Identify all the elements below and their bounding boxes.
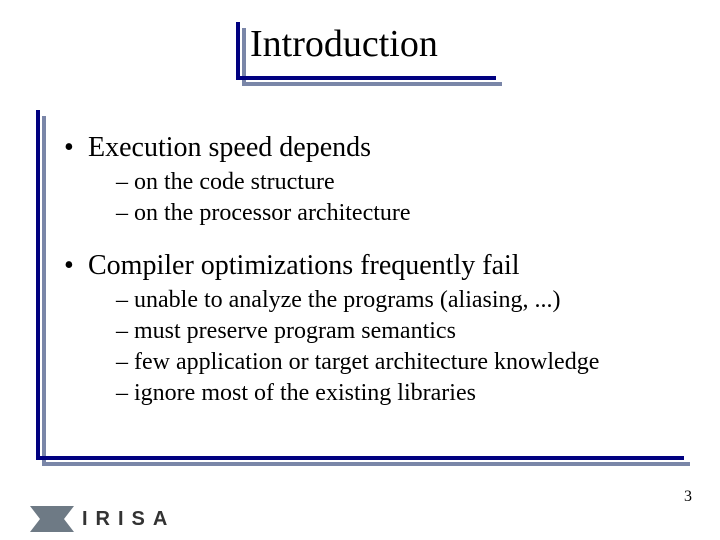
bullet-main: Compiler optimizations frequently fail <box>68 248 672 283</box>
body-container: Execution speed depends on the code stru… <box>36 110 684 460</box>
bullet-sub: on the processor architecture <box>116 198 672 229</box>
body-box: Execution speed depends on the code stru… <box>36 110 684 460</box>
bullet-sub: few application or target architecture k… <box>116 347 672 378</box>
bullet-main: Execution speed depends <box>68 130 672 165</box>
slide-title: Introduction <box>236 22 496 80</box>
logo-text: IRISA <box>82 508 175 531</box>
page-number: 3 <box>684 488 692 506</box>
bullet-sub: on the code structure <box>116 167 672 198</box>
title-container: Introduction <box>236 22 496 80</box>
logo: IRISA <box>30 506 175 532</box>
slide: Introduction Execution speed depends on … <box>0 0 720 540</box>
bullet-sub: must preserve program semantics <box>116 316 672 347</box>
bullet-sub: ignore most of the existing libraries <box>116 378 672 409</box>
bullet-sub: unable to analyze the programs (aliasing… <box>116 285 672 316</box>
spacer <box>54 228 672 242</box>
logo-mark-icon <box>30 506 74 532</box>
